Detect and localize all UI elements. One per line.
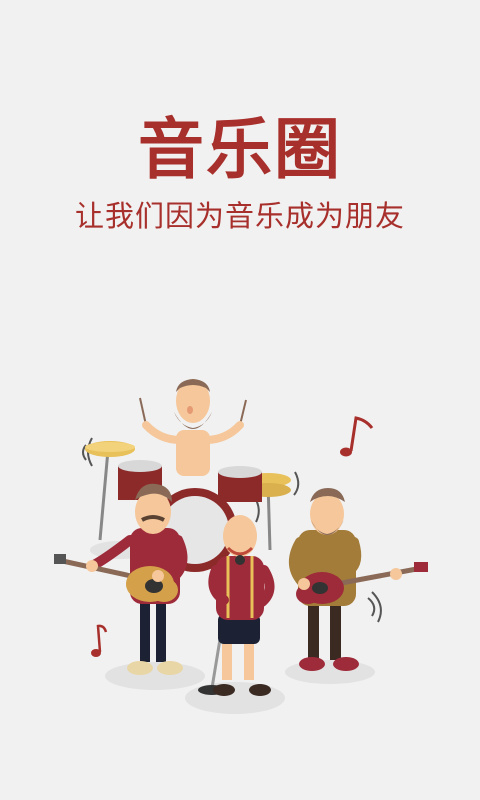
right-guitarist	[289, 488, 428, 671]
music-note-icon	[340, 416, 374, 457]
app-title: 音乐圈	[138, 111, 342, 188]
app-tagline: 让我们因为音乐成为朋友	[74, 199, 405, 233]
drummer	[139, 379, 247, 476]
music-note-icon	[91, 624, 108, 657]
left-guitarist	[54, 483, 188, 675]
band-illustration	[54, 379, 428, 714]
